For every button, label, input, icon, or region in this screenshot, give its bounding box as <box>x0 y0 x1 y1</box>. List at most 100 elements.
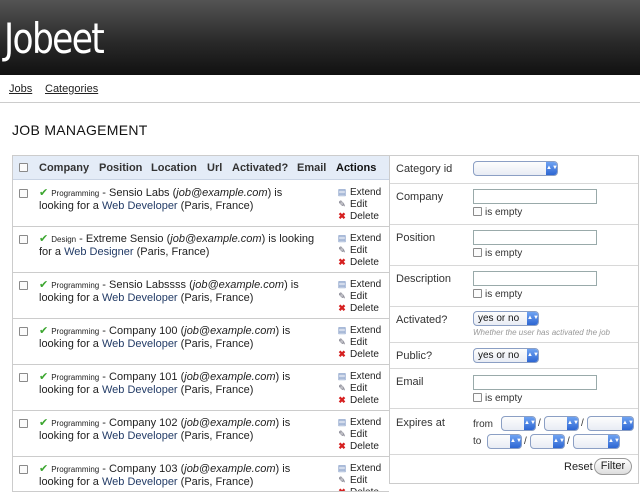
column-location[interactable]: Location <box>151 162 197 174</box>
edit-action[interactable]: ✎ Edit <box>337 244 389 256</box>
to-day-select[interactable]: ▲▼ <box>530 434 565 449</box>
nav-categories-link[interactable]: Categories <box>45 83 98 95</box>
check-icon: ✔ <box>39 463 49 475</box>
chevron-updown-icon: ▲▼ <box>567 417 579 430</box>
delete-action[interactable]: ✖ Delete <box>337 348 389 360</box>
company-empty-option: is empty <box>473 207 522 218</box>
row-checkbox[interactable] <box>19 373 28 382</box>
job-company: Company 101 <box>109 371 178 383</box>
row-checkbox[interactable] <box>19 235 28 244</box>
extend-action[interactable]: ▤ Extend <box>337 232 389 244</box>
extend-action[interactable]: ▤ Extend <box>337 278 389 290</box>
job-position-link[interactable]: Web Designer <box>64 246 134 258</box>
description-input[interactable] <box>473 271 597 286</box>
column-email[interactable]: Email <box>297 162 326 174</box>
from-year-select[interactable]: ▲▼ <box>587 416 634 431</box>
edit-action[interactable]: ✎ Edit <box>337 474 389 486</box>
extend-action[interactable]: ▤ Extend <box>337 370 389 382</box>
position-input[interactable] <box>473 230 597 245</box>
chevron-updown-icon: ▲▼ <box>510 435 522 448</box>
delete-action[interactable]: ✖ Delete <box>337 440 389 452</box>
reset-link[interactable]: Reset <box>564 461 593 473</box>
job-category: Programming <box>51 189 100 198</box>
row-checkbox[interactable] <box>19 281 28 290</box>
chevron-updown-icon: ▲▼ <box>527 349 539 362</box>
email-input[interactable] <box>473 375 597 390</box>
table-row: ✔ Programming - Sensio Labssss (job@examp… <box>13 273 389 319</box>
check-icon: ✔ <box>39 325 49 337</box>
job-summary: ✔ Programming - Sensio Labssss (job@examp… <box>39 279 331 305</box>
date-separator: / <box>538 418 541 429</box>
job-company: Sensio Labs <box>109 187 170 199</box>
extend-action[interactable]: ▤ Extend <box>337 416 389 428</box>
filter-button[interactable]: Filter <box>594 458 632 475</box>
position-empty-checkbox[interactable] <box>473 248 482 257</box>
chevron-updown-icon: ▲▼ <box>608 435 620 448</box>
filter-description: Description is empty <box>390 266 638 307</box>
column-position[interactable]: Position <box>99 162 142 174</box>
row-checkbox[interactable] <box>19 327 28 336</box>
delete-action[interactable]: ✖ Delete <box>337 256 389 268</box>
description-empty-checkbox[interactable] <box>473 289 482 298</box>
extend-action[interactable]: ▤ Extend <box>337 324 389 336</box>
company-empty-label: is empty <box>485 207 523 218</box>
public-select[interactable]: yes or no ▲▼ <box>473 348 539 363</box>
delete-label: Delete <box>350 487 379 491</box>
job-position-link[interactable]: Web Developer <box>102 384 178 396</box>
row-checkbox[interactable] <box>19 419 28 428</box>
delete-label: Delete <box>350 211 379 222</box>
delete-action[interactable]: ✖ Delete <box>337 486 389 491</box>
extend-label: Extend <box>350 233 382 244</box>
filter-category-label: Category id <box>396 163 453 175</box>
from-day-select[interactable]: ▲▼ <box>544 416 579 431</box>
job-position-link[interactable]: Web Developer <box>102 200 178 212</box>
job-summary: ✔ Programming - Company 103 (job@example.… <box>39 463 331 489</box>
edit-action[interactable]: ✎ Edit <box>337 428 389 440</box>
edit-label: Edit <box>350 383 368 394</box>
company-input[interactable] <box>473 189 597 204</box>
extend-action[interactable]: ▤ Extend <box>337 186 389 198</box>
edit-action[interactable]: ✎ Edit <box>337 198 389 210</box>
jobeet-logo[interactable]: Jobeet <box>4 13 105 65</box>
edit-label: Edit <box>350 475 368 486</box>
company-empty-checkbox[interactable] <box>473 207 482 216</box>
delete-label: Delete <box>350 395 379 406</box>
category-select[interactable]: ▲▼ <box>473 161 558 176</box>
job-position-link[interactable]: Web Developer <box>102 338 178 350</box>
column-company[interactable]: Company <box>39 162 89 174</box>
from-month-select[interactable]: ▲▼ <box>501 416 536 431</box>
delete-action[interactable]: ✖ Delete <box>337 210 389 222</box>
edit-action[interactable]: ✎ Edit <box>337 336 389 348</box>
job-text: is <box>279 463 291 475</box>
email-empty-checkbox[interactable] <box>473 393 482 402</box>
column-activated[interactable]: Activated? <box>232 162 288 174</box>
edit-action[interactable]: ✎ Edit <box>337 290 389 302</box>
extend-action[interactable]: ▤ Extend <box>337 462 389 474</box>
delete-action[interactable]: ✖ Delete <box>337 302 389 314</box>
filter-activated: Activated? yes or no ▲▼ Whether the user … <box>390 307 638 343</box>
job-position-link[interactable]: Web Developer <box>102 292 178 304</box>
calendar-icon: ▤ <box>337 371 347 381</box>
nav-jobs-link[interactable]: Jobs <box>9 83 32 95</box>
row-checkbox[interactable] <box>19 189 28 198</box>
public-select-value: yes or no <box>478 350 520 361</box>
extend-label: Extend <box>350 187 382 198</box>
job-position-link[interactable]: Web Developer <box>102 476 178 488</box>
filter-position: Position is empty <box>390 225 638 266</box>
job-position-link[interactable]: Web Developer <box>102 430 178 442</box>
row-checkbox[interactable] <box>19 465 28 474</box>
paren-open: ( <box>186 279 193 291</box>
to-month-select[interactable]: ▲▼ <box>487 434 522 449</box>
column-url[interactable]: Url <box>207 162 222 174</box>
delete-label: Delete <box>350 257 379 268</box>
delete-action[interactable]: ✖ Delete <box>337 394 389 406</box>
extend-label: Extend <box>350 371 382 382</box>
pencil-icon: ✎ <box>338 475 346 485</box>
to-year-select[interactable]: ▲▼ <box>573 434 620 449</box>
select-all-checkbox[interactable] <box>19 163 28 172</box>
edit-action[interactable]: ✎ Edit <box>337 382 389 394</box>
filter-company-label: Company <box>396 191 444 203</box>
job-company: Company 102 <box>109 417 178 429</box>
chevron-updown-icon: ▲▼ <box>622 417 634 430</box>
activated-select[interactable]: yes or no ▲▼ <box>473 311 539 326</box>
